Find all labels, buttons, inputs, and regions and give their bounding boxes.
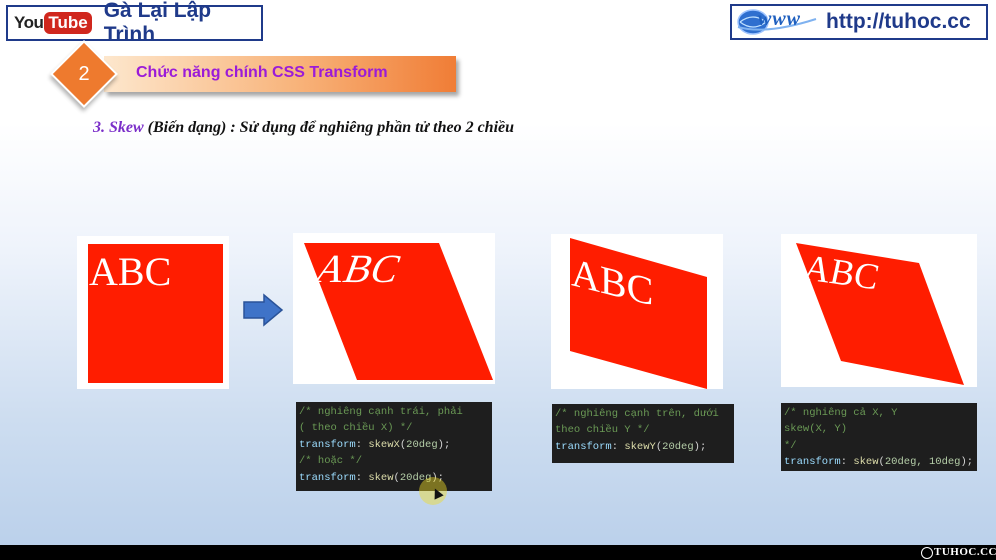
youtube-logo-tube: Tube (44, 12, 92, 34)
watermark-text: TUHOC.CC (934, 546, 996, 558)
demo-skewxy: ABC (781, 234, 977, 387)
www-text: www (758, 8, 802, 30)
www-globe-logo: www (736, 7, 820, 37)
code-line: transform: skew(20deg, 10deg); (784, 456, 974, 469)
code-line: ( theo chiều X) */ (299, 422, 413, 435)
code-line: /* nghiêng cạnh trên, dưới (555, 408, 719, 420)
code-line: transform: skewY(20deg); (555, 440, 707, 453)
section-banner: Chức năng chính CSS Transform (104, 56, 456, 92)
code-line: transform: skewX(20deg); (299, 438, 451, 451)
code-line: skew(X, Y) (784, 423, 848, 436)
section-number: 2 (78, 63, 90, 85)
section-title: Chức năng chính CSS Transform (136, 64, 388, 81)
demo-skewy: ABC (551, 234, 723, 389)
code-line: */ (784, 439, 797, 452)
code-line: theo chiều Y */ (555, 424, 650, 437)
subtitle-keyword: 3. Skew (93, 119, 144, 136)
code-line: /* hoặc */ (299, 455, 363, 468)
demo-text: ABC (89, 249, 172, 294)
channel-header: You Tube Gà Lại Lập Trình (6, 0, 263, 46)
right-arrow-icon (243, 293, 284, 327)
demo-original: ABC (77, 236, 229, 389)
code-line: transform: skew(20deg); (299, 471, 444, 484)
site-url-link[interactable]: http://tuhoc.cc (826, 10, 971, 34)
bottom-bar (0, 545, 996, 560)
demo-skewx: ABC (293, 233, 495, 384)
code-line: /* nghiêng cạnh trái, phải (299, 406, 463, 418)
slide-subtitle: 3. Skew (Biến dạng) : Sử dụng để nghiêng… (93, 119, 514, 137)
code-block-skewx: /* nghiêng cạnh trái, phải ( theo chiều X… (296, 402, 492, 491)
demo-text: ABC (308, 246, 408, 291)
code-block-skewxy: /* nghiêng cả X, Y skew(X, Y) */ transform:… (781, 403, 977, 471)
site-header: www http://tuhoc.cc (730, 4, 988, 40)
watermark-logo-icon (921, 547, 933, 559)
channel-name: Gà Lại Lập Trình (103, 0, 212, 46)
code-line: /* nghiêng cả X, Y (784, 407, 898, 419)
subtitle-text: (Biến dạng) : Sử dụng để nghiêng phần tử… (143, 119, 515, 136)
code-block-skewy: /* nghiêng cạnh trên, dưới theo chiều Y *… (552, 404, 734, 463)
youtube-logo-you: You (14, 13, 44, 32)
